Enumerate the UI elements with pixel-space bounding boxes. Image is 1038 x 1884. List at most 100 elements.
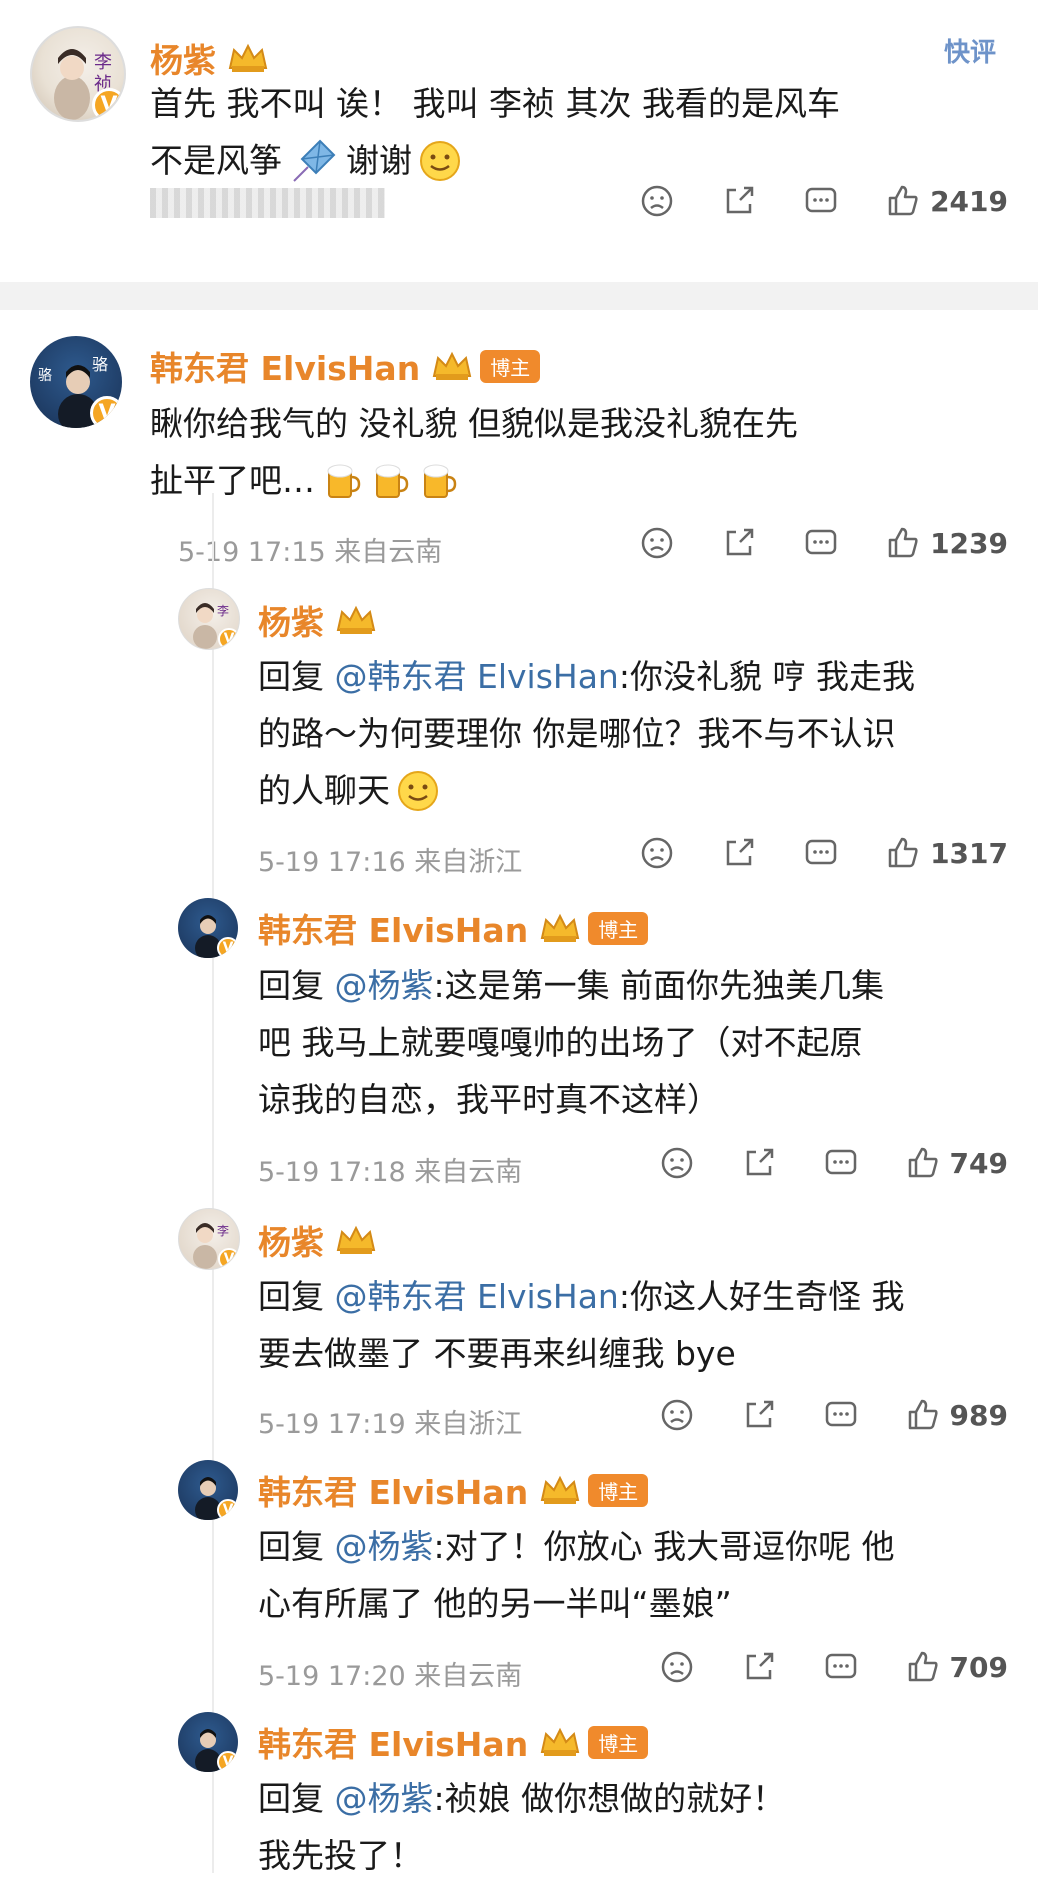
text-line: 回复 @杨紫:这是第一集 前面你先独美几集 xyxy=(258,966,885,1005)
like-count: 749 xyxy=(949,1146,1008,1180)
like-icon xyxy=(908,1399,938,1430)
share-button[interactable] xyxy=(722,836,756,870)
reply-username[interactable]: 韩东君 ElvisHan 博主 xyxy=(258,1466,649,1514)
share-icon xyxy=(746,1400,773,1428)
like-button[interactable]: 1317 xyxy=(886,836,1008,870)
mention-link[interactable]: @杨紫 xyxy=(335,1527,434,1566)
crown-icon xyxy=(430,350,474,382)
avatar[interactable]: 李 V xyxy=(178,1208,240,1270)
avatar[interactable]: V xyxy=(178,898,238,958)
comment-username[interactable]: 韩东君 ElvisHan 博主 xyxy=(150,342,541,390)
like-icon xyxy=(908,1147,938,1178)
like-count: 709 xyxy=(949,1650,1008,1684)
verified-icon: V xyxy=(218,628,239,649)
text-segment: 不是风筝 xyxy=(150,141,282,180)
reply-thread-line xyxy=(212,493,214,1873)
comment-button[interactable] xyxy=(824,1398,858,1432)
reply-username[interactable]: 韩东君 ElvisHan 博主 xyxy=(258,904,649,952)
avatar[interactable]: V xyxy=(178,1712,238,1772)
mention-link[interactable]: @韩东君 ElvisHan xyxy=(335,657,619,696)
comment-actions: 1239 xyxy=(592,526,1008,560)
reply-username[interactable]: 杨紫 xyxy=(258,1216,378,1264)
crown-icon xyxy=(538,1474,582,1506)
username-text[interactable]: 杨紫 xyxy=(258,1216,324,1264)
emoji-smile-icon xyxy=(398,770,438,811)
comment-button[interactable] xyxy=(804,526,838,560)
text-line: 的人聊天 xyxy=(258,762,1018,819)
share-button[interactable] xyxy=(722,184,756,218)
dislike-button[interactable] xyxy=(660,1398,694,1432)
blogger-badge: 博主 xyxy=(588,1725,649,1759)
text-line: 回复 @杨紫:对了！你放心 我大哥逗你呢 他 xyxy=(258,1527,895,1566)
username-text[interactable]: 韩东君 ElvisHan xyxy=(258,1718,528,1766)
beer-icon xyxy=(375,464,409,498)
username-text[interactable]: 韩东君 ElvisHan xyxy=(150,342,420,390)
text-segment: 回复 @韩东君 ElvisHan:你没礼貌 哼 我走我 xyxy=(258,657,915,696)
reply-username[interactable]: 杨紫 xyxy=(258,596,378,644)
mention-link[interactable]: @杨紫 xyxy=(335,966,434,1005)
kite-icon xyxy=(293,139,336,182)
comment-button[interactable] xyxy=(824,1650,858,1684)
comment-button[interactable] xyxy=(824,1146,858,1180)
comment-icon xyxy=(825,1149,856,1175)
text-segment: 扯平了吧… xyxy=(150,461,315,500)
reply-username[interactable]: 韩东君 ElvisHan 博主 xyxy=(258,1718,649,1766)
share-icon xyxy=(726,838,754,866)
text-line: 要去做墨了 不要再来纠缠我 bye xyxy=(258,1334,736,1373)
like-icon xyxy=(888,527,918,558)
text-line: 不是风筝 谢谢 xyxy=(150,132,1010,189)
avatar[interactable]: 李 祯 V xyxy=(30,26,126,122)
dislike-icon xyxy=(661,1651,692,1683)
weibo-comment-thread: 李 祯 V 杨紫 快评 首先 我不叫 诶！ 我叫 李祯 其次 我看的是风车 不是… xyxy=(0,0,1038,1880)
blogger-badge: 博主 xyxy=(480,349,541,383)
comment-actions: 2419 xyxy=(592,184,1008,218)
verified-icon: V xyxy=(217,1751,238,1772)
share-button[interactable] xyxy=(742,1398,776,1432)
text-line: 首先 我不叫 诶！ 我叫 李祯 其次 我看的是风车 xyxy=(150,84,840,123)
emoji-smile-icon xyxy=(420,140,460,181)
like-button[interactable]: 1239 xyxy=(886,526,1008,560)
dislike-button[interactable] xyxy=(660,1146,694,1180)
reply-meta: 5-19 17:20 来自云南 xyxy=(258,1661,523,1692)
like-count: 989 xyxy=(949,1398,1008,1432)
svg-text:李: 李 xyxy=(94,52,112,73)
svg-text:骆: 骆 xyxy=(38,368,52,384)
share-button[interactable] xyxy=(722,526,756,560)
crown-icon xyxy=(226,42,270,74)
reply-text: 回复 @杨紫:祯娘 做你想做的就好！ 我先投了！ xyxy=(258,1770,1018,1884)
avatar[interactable]: 李 V xyxy=(178,588,240,650)
dislike-button[interactable] xyxy=(640,184,674,218)
avatar[interactable]: V xyxy=(178,1460,238,1520)
like-button[interactable]: 989 xyxy=(906,1398,1008,1432)
username-text[interactable]: 韩东君 ElvisHan xyxy=(258,904,528,952)
username-text[interactable]: 韩东君 ElvisHan xyxy=(258,1466,528,1514)
like-button[interactable]: 749 xyxy=(906,1146,1008,1180)
dislike-icon xyxy=(641,837,673,869)
reply-meta: 5-19 17:19 来自浙江 xyxy=(258,1409,523,1440)
avatar[interactable]: 骆 骆 V xyxy=(30,336,122,428)
like-button[interactable]: 709 xyxy=(906,1650,1008,1684)
reply-text: 回复 @韩东君 ElvisHan:你没礼貌 哼 我走我 的路～为何要理你 你是哪… xyxy=(258,648,1018,819)
comment-button[interactable] xyxy=(804,836,838,870)
mention-link[interactable]: @韩东君 ElvisHan xyxy=(335,1277,619,1316)
username-text[interactable]: 杨紫 xyxy=(258,596,324,644)
comment-button[interactable] xyxy=(804,184,838,218)
verified-icon: V xyxy=(217,1499,238,1520)
like-button[interactable]: 2419 xyxy=(886,184,1008,218)
like-icon xyxy=(888,185,918,216)
dislike-button[interactable] xyxy=(640,836,674,870)
text-line: 我先投了！ xyxy=(258,1836,423,1875)
mention-link[interactable]: @杨紫 xyxy=(335,1779,434,1818)
text-line: 吧 我马上就要嘎嘎帅的出场了（对不起原 xyxy=(258,1023,863,1062)
verified-icon: V xyxy=(218,1248,239,1269)
text-line: 回复 @杨紫:祯娘 做你想做的就好！ xyxy=(258,1779,786,1818)
text-line: 回复 @韩东君 ElvisHan:你没礼貌 哼 我走我 xyxy=(258,648,1018,705)
dislike-button[interactable] xyxy=(660,1650,694,1684)
blogger-badge: 博主 xyxy=(588,1473,649,1507)
quick-reply-button[interactable]: 快评 xyxy=(944,32,996,69)
share-button[interactable] xyxy=(742,1146,776,1180)
share-button[interactable] xyxy=(742,1650,776,1684)
dislike-button[interactable] xyxy=(640,526,674,560)
like-count: 1239 xyxy=(930,526,1008,560)
blogger-badge: 博主 xyxy=(588,911,649,945)
